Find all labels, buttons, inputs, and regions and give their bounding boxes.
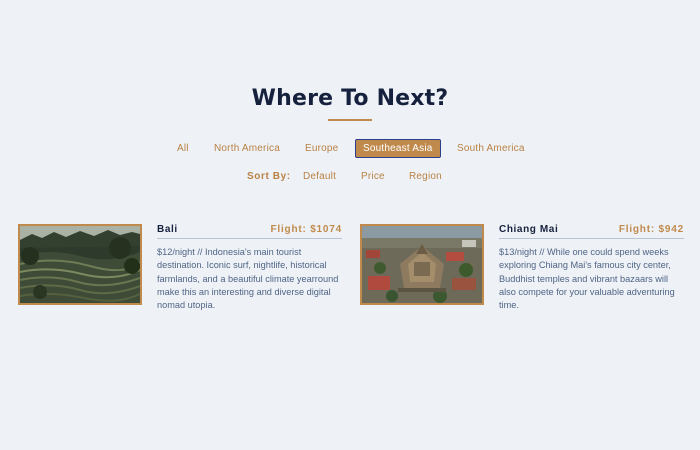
filter-all-button[interactable]: All [177,140,189,158]
card-divider [499,238,684,239]
filter-north-america-button[interactable]: North America [214,140,280,158]
sort-label: Sort By: [247,171,291,182]
region-filter-bar: All North America Europe Southeast Asia … [0,139,700,158]
sort-bar: Sort By: Default Price Region [0,171,700,185]
filter-southeast-asia-button[interactable]: Southeast Asia [355,139,441,158]
page-title: Where To Next? [251,86,449,111]
destination-card-bali[interactable]: Bali Flight: $1074 $12/night // Indonesi… [18,224,344,324]
title-underline [328,119,372,121]
rice-terrace-photo-icon[interactable] [18,224,142,305]
sort-region-button[interactable]: Region [409,171,442,182]
flight-price: Flight: $942 [618,224,684,235]
filter-europe-button[interactable]: Europe [305,140,338,158]
sort-default-button[interactable]: Default [303,171,336,182]
temple-aerial-photo-icon[interactable] [360,224,484,305]
destination-name: Chiang Mai [499,224,559,235]
destination-card-chiang-mai[interactable]: Chiang Mai Flight: $942 $13/night // Whi… [360,224,686,324]
flight-price: Flight: $1074 [270,224,342,235]
destination-description: $12/night // Indonesia's main tourist de… [157,247,339,311]
card-divider [157,238,342,239]
filter-south-america-button[interactable]: South America [457,140,525,158]
sort-price-button[interactable]: Price [361,171,385,182]
destination-description: $13/night // While one could spend weeks… [499,247,675,311]
destination-name: Bali [157,224,178,235]
